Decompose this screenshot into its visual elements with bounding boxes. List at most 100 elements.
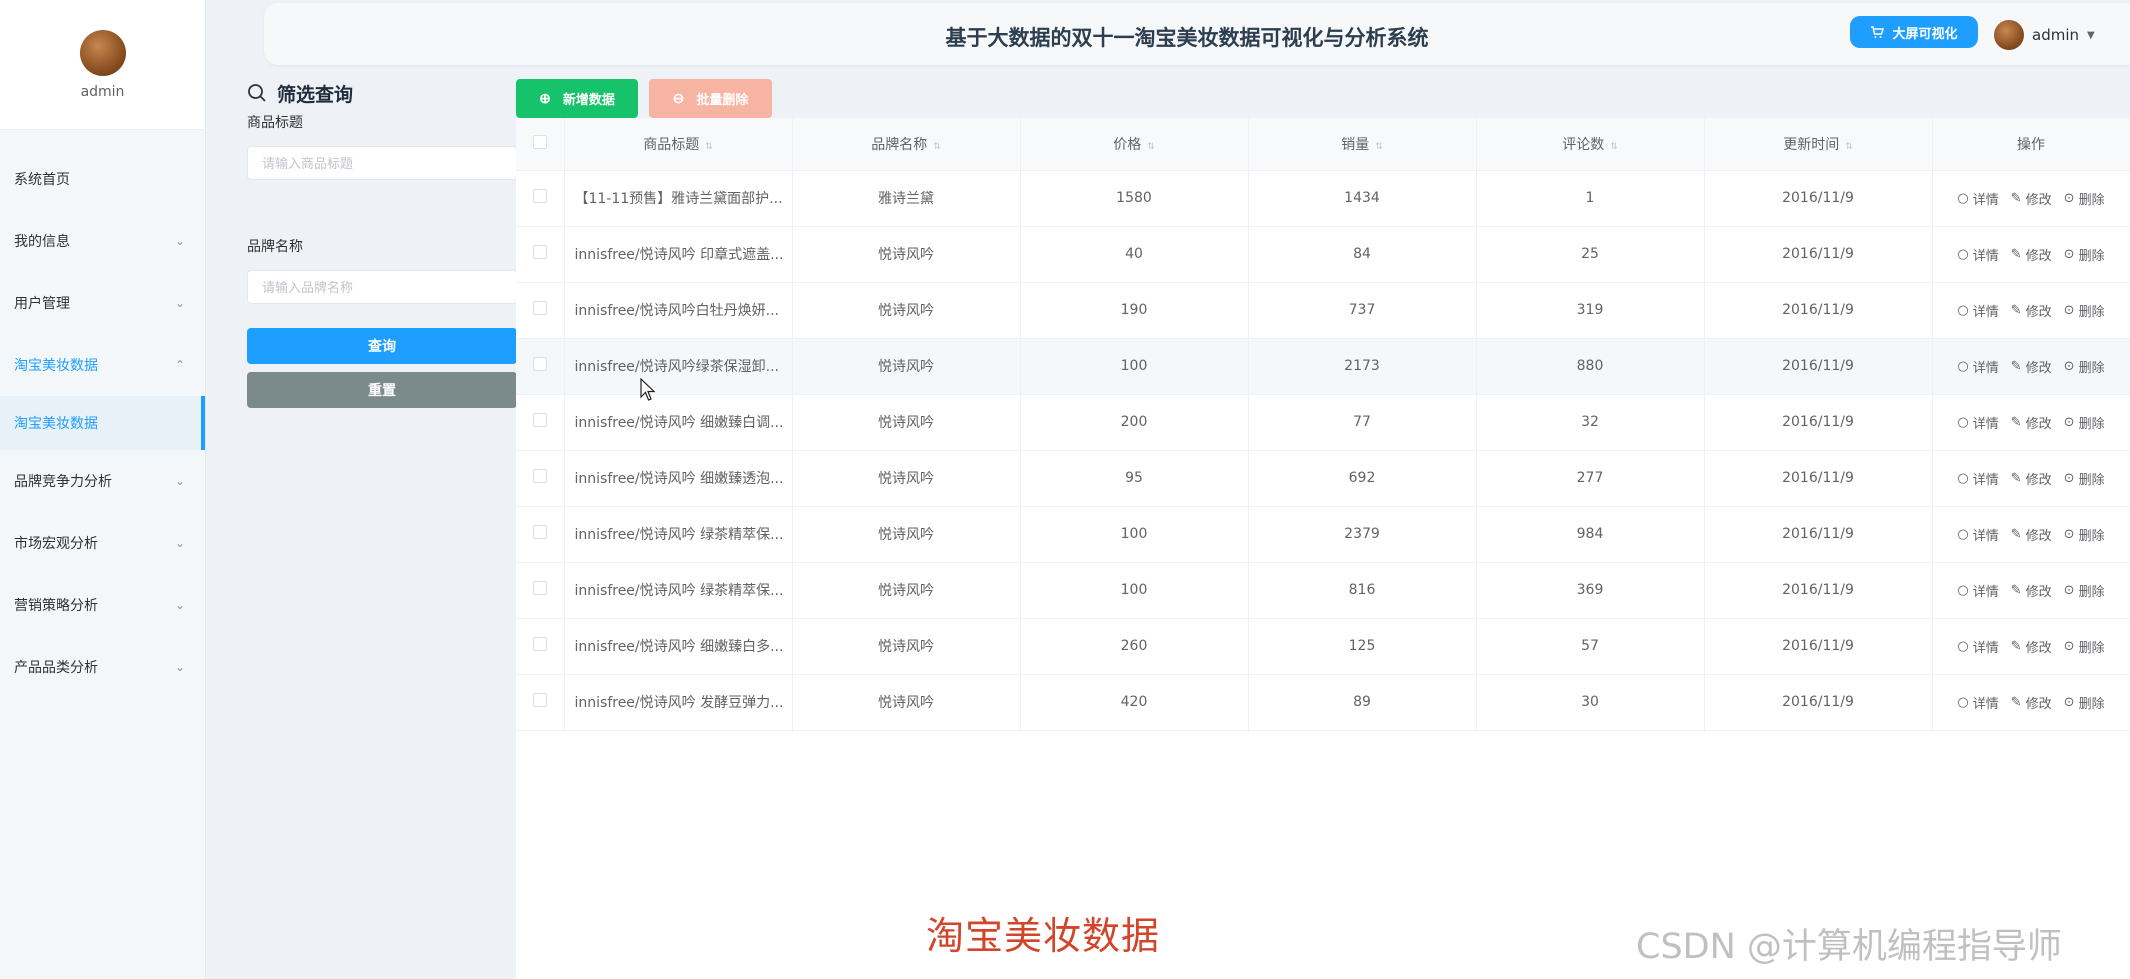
sidebar-item-home[interactable]: 系统首页 [0, 148, 205, 210]
detail-button[interactable]: ○ 详情 [1957, 469, 1998, 488]
detail-button[interactable]: ○ 详情 [1957, 637, 1998, 656]
cell-brand: 悦诗风吟 [792, 394, 1021, 451]
row-select-cell[interactable] [516, 506, 565, 563]
edit-button[interactable]: ✎ 修改 [2011, 413, 2052, 432]
table-row[interactable]: innisfree/悦诗风吟 绿茶精萃保... 悦诗风吟 100 816 369 2016… [516, 562, 2130, 619]
cell-updated: 2016/11/9 [1704, 170, 1933, 227]
sidebar-item-user-management[interactable]: 用户管理 ⌄ [0, 272, 205, 334]
delete-label: 删除 [2078, 640, 2105, 656]
edit-button[interactable]: ✎ 修改 [2011, 693, 2052, 712]
table-row[interactable]: innisfree/悦诗风吟 细嫩臻透泡... 悦诗风吟 95 692 277 2016/… [516, 450, 2130, 507]
row-checkbox[interactable] [532, 637, 547, 651]
sidebar-item-marketing-analysis[interactable]: 营销策略分析 ⌄ [0, 574, 205, 636]
row-select-cell[interactable] [516, 170, 565, 227]
reset-button[interactable]: 重置 [247, 372, 517, 408]
row-select-cell[interactable] [516, 618, 565, 675]
close-circle-icon: ⊙ [2063, 526, 2075, 542]
sidebar-item-my-info[interactable]: 我的信息 ⌄ [0, 210, 205, 272]
title-search-input[interactable] [247, 146, 517, 180]
brand-search-input[interactable] [247, 270, 517, 304]
sort-icon[interactable]: ⇅ [1610, 142, 1618, 152]
column-header-title[interactable]: 商品标题 ⇅ [564, 118, 793, 171]
sidebar-item-category-analysis[interactable]: 产品品类分析 ⌄ [0, 636, 205, 698]
row-select-cell[interactable] [516, 450, 565, 507]
delete-button[interactable]: ⊙ 删除 [2064, 637, 2105, 656]
detail-button[interactable]: ○ 详情 [1957, 189, 1998, 208]
table-row[interactable]: innisfree/悦诗风吟绿茶保湿卸... 悦诗风吟 100 2173 880 2016… [516, 338, 2130, 395]
detail-button[interactable]: ○ 详情 [1957, 357, 1998, 376]
edit-button[interactable]: ✎ 修改 [2011, 189, 2052, 208]
sort-icon[interactable]: ⇅ [1147, 142, 1155, 152]
table-row[interactable]: innisfree/悦诗风吟 印章式遮盖... 悦诗风吟 40 84 25 2016/11… [516, 226, 2130, 283]
row-checkbox[interactable] [532, 245, 547, 259]
table-row[interactable]: innisfree/悦诗风吟白牡丹焕妍... 悦诗风吟 190 737 319 2016/… [516, 282, 2130, 339]
detail-button[interactable]: ○ 详情 [1957, 413, 1998, 432]
sidebar-item-brand-analysis[interactable]: 品牌竞争力分析 ⌄ [0, 450, 205, 512]
edit-button[interactable]: ✎ 修改 [2011, 245, 2052, 264]
detail-button[interactable]: ○ 详情 [1957, 693, 1998, 712]
row-checkbox[interactable] [532, 525, 547, 539]
row-checkbox[interactable] [532, 413, 547, 427]
column-header-actions: 操作 [1932, 118, 2130, 171]
chevron-down-icon: ⌄ [174, 598, 185, 612]
edit-button[interactable]: ✎ 修改 [2011, 469, 2052, 488]
delete-button[interactable]: ⊙ 删除 [2064, 189, 2105, 208]
sort-icon[interactable]: ⇅ [933, 142, 941, 152]
row-select-cell[interactable] [516, 226, 565, 283]
edit-button[interactable]: ✎ 修改 [2011, 301, 2052, 320]
delete-button[interactable]: ⊙ 删除 [2064, 581, 2105, 600]
row-select-cell[interactable] [516, 674, 565, 731]
row-select-cell[interactable] [516, 394, 565, 451]
edit-button[interactable]: ✎ 修改 [2011, 637, 2052, 656]
row-checkbox[interactable] [532, 357, 547, 371]
detail-button[interactable]: ○ 详情 [1957, 301, 1998, 320]
row-select-cell[interactable] [516, 282, 565, 339]
row-checkbox[interactable] [532, 693, 547, 707]
big-screen-button[interactable]: 大屏可视化 [1850, 16, 1978, 48]
table-row[interactable]: innisfree/悦诗风吟 细嫩臻白多... 悦诗风吟 260 125 57 2016/… [516, 618, 2130, 675]
row-select-cell[interactable] [516, 338, 565, 395]
user-menu[interactable]: admin ▼ [1994, 20, 2095, 50]
detail-button[interactable]: ○ 详情 [1957, 581, 1998, 600]
select-all-checkbox[interactable] [532, 134, 547, 149]
column-header-price[interactable]: 价格 ⇅ [1020, 118, 1249, 171]
delete-button[interactable]: ⊙ 删除 [2064, 357, 2105, 376]
delete-button[interactable]: ⊙ 删除 [2064, 469, 2105, 488]
detail-button[interactable]: ○ 详情 [1957, 525, 1998, 544]
edit-button[interactable]: ✎ 修改 [2011, 525, 2052, 544]
pencil-icon: ✎ [2010, 638, 2022, 654]
sidebar-item-market-analysis[interactable]: 市场宏观分析 ⌄ [0, 512, 205, 574]
sidebar-item-taobao-data[interactable]: 淘宝美妆数据 ⌃ [0, 334, 205, 396]
detail-button[interactable]: ○ 详情 [1957, 245, 1998, 264]
query-button[interactable]: 查询 [247, 328, 517, 364]
edit-button[interactable]: ✎ 修改 [2011, 357, 2052, 376]
delete-button[interactable]: ⊙ 删除 [2064, 693, 2105, 712]
sort-icon[interactable]: ⇅ [1375, 142, 1383, 152]
row-checkbox[interactable] [532, 189, 547, 203]
table-row[interactable]: innisfree/悦诗风吟 发酵豆弹力... 悦诗风吟 420 89 30 2016/1… [516, 674, 2130, 731]
delete-button[interactable]: ⊙ 删除 [2064, 525, 2105, 544]
column-header-comments[interactable]: 评论数 ⇅ [1476, 118, 1705, 171]
table-row[interactable]: 【11-11预售】雅诗兰黛面部护... 雅诗兰黛 1580 1434 1 2016/11/… [516, 170, 2130, 227]
batch-delete-button[interactable]: ⊖ 批量删除 [649, 79, 772, 118]
row-select-cell[interactable] [516, 562, 565, 619]
add-data-button[interactable]: ⊕ 新增数据 [516, 79, 638, 118]
sort-icon[interactable]: ⇅ [1845, 142, 1853, 152]
delete-button[interactable]: ⊙ 删除 [2064, 413, 2105, 432]
sidebar-subitem-taobao-data[interactable]: 淘宝美妆数据 [0, 396, 205, 450]
column-header-sales[interactable]: 销量 ⇅ [1248, 118, 1477, 171]
sort-icon[interactable]: ⇅ [705, 142, 713, 152]
cell-comments: 880 [1476, 338, 1705, 395]
table-row[interactable]: innisfree/悦诗风吟 细嫩臻白调... 悦诗风吟 200 77 32 2016/1… [516, 394, 2130, 451]
delete-button[interactable]: ⊙ 删除 [2064, 245, 2105, 264]
table-row[interactable]: innisfree/悦诗风吟 绿茶精萃保... 悦诗风吟 100 2379 984 201… [516, 506, 2130, 563]
row-checkbox[interactable] [532, 581, 547, 595]
detail-label: 详情 [1972, 304, 1999, 320]
delete-button[interactable]: ⊙ 删除 [2064, 301, 2105, 320]
edit-button[interactable]: ✎ 修改 [2011, 581, 2052, 600]
column-header-updated[interactable]: 更新时间 ⇅ [1704, 118, 1933, 171]
row-checkbox[interactable] [532, 301, 547, 315]
column-header-brand[interactable]: 品牌名称 ⇅ [792, 118, 1021, 171]
select-all-cell[interactable] [516, 118, 565, 171]
row-checkbox[interactable] [532, 469, 547, 483]
